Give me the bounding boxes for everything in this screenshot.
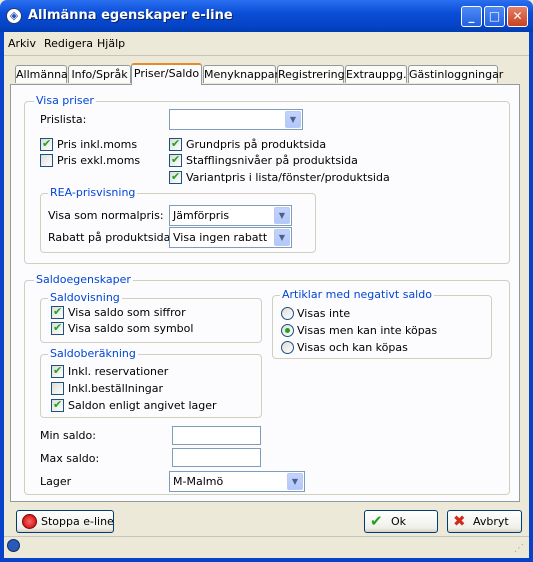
- tab-allmanna[interactable]: Allmänna: [15, 65, 68, 83]
- chevron-down-icon: ▼: [287, 473, 303, 490]
- menu-arkiv[interactable]: Arkiv: [8, 37, 36, 50]
- saldo-siffror-checkbox[interactable]: [51, 305, 64, 319]
- window-title: Allmänna egenskaper e-line: [28, 8, 233, 23]
- saldoberakning-legend: Saldoberäkning: [48, 347, 138, 360]
- reservationer-label: Inkl. reservationer: [68, 365, 169, 378]
- stoppa-eline-button[interactable]: Stoppa e-line: [16, 510, 114, 533]
- close-button[interactable]: ✕: [507, 6, 528, 27]
- negativt-option-label: Visas men kan inte köpas: [297, 324, 438, 337]
- saldo-siffror-label: Visa saldo som siffror: [68, 306, 186, 319]
- pris-exkl-moms-label: Pris exkl.moms: [57, 154, 141, 167]
- lager-label: Lager: [40, 475, 72, 488]
- lager-value: M-Malmö: [173, 475, 224, 488]
- maximize-icon: □: [488, 9, 501, 23]
- stoppa-eline-label: Stoppa e-line: [41, 515, 114, 528]
- tab-extrauppg[interactable]: Extrauppg.: [345, 65, 407, 83]
- window-border-right: [529, 32, 533, 562]
- ok-button[interactable]: ✔ Ok: [364, 510, 438, 533]
- window-border-left: [0, 32, 4, 562]
- grundpris-label: Grundpris på produktsida: [186, 138, 327, 151]
- negativt-visas-inte-radio[interactable]: [281, 307, 294, 320]
- bestallningar-checkbox[interactable]: [51, 382, 64, 395]
- app-icon[interactable]: ◈: [6, 8, 22, 24]
- avbryt-button[interactable]: ✖ Avbryt: [447, 510, 522, 533]
- pris-exkl-moms-checkbox[interactable]: [40, 154, 53, 167]
- normalpris-select[interactable]: Jämförpris ▼: [169, 205, 292, 226]
- rabatt-value: Visa ingen rabatt: [173, 231, 268, 244]
- chevron-down-icon: ▼: [274, 207, 290, 224]
- lager-select[interactable]: M-Malmö ▼: [169, 471, 305, 492]
- minimize-icon: _: [468, 9, 475, 23]
- user-icon: [7, 539, 20, 552]
- window-border-bottom: [0, 558, 533, 562]
- negativt-visas-kan-kopas-radio[interactable]: [281, 341, 294, 354]
- variantpris-label: Variantpris i lista/fönster/produktsida: [186, 171, 390, 184]
- prislista-select[interactable]: ▼: [169, 109, 303, 130]
- normalpris-value: Jämförpris: [173, 209, 230, 222]
- chevron-down-icon: ▼: [285, 111, 301, 128]
- ok-label: Ok: [391, 515, 407, 528]
- saldoegenskaper-legend: Saldoegenskaper: [34, 273, 133, 286]
- check-icon: ✔: [370, 512, 383, 530]
- cross-icon: ✖: [453, 512, 466, 530]
- prislista-label: Prislista:: [40, 113, 87, 126]
- saldon-lager-label: Saldon enligt angivet lager: [68, 399, 217, 412]
- pris-inkl-moms-label: Pris inkl.moms: [57, 138, 138, 151]
- negativt-option-label: Visas inte: [297, 307, 351, 320]
- variantpris-checkbox[interactable]: [169, 170, 182, 184]
- rabatt-select[interactable]: Visa ingen rabatt ▼: [169, 227, 292, 248]
- visa-priser-legend: Visa priser: [34, 94, 96, 107]
- negativt-option-label: Visas och kan köpas: [297, 341, 408, 354]
- normalpris-label: Visa som normalpris:: [48, 209, 164, 222]
- tab-registrering[interactable]: Registrering: [277, 65, 345, 83]
- pris-inkl-moms-checkbox[interactable]: [40, 137, 53, 151]
- avbryt-label: Avbryt: [473, 515, 509, 528]
- menu-divider: [4, 55, 529, 56]
- tab-info-sprak[interactable]: Info/Språk: [68, 65, 131, 83]
- rabatt-label: Rabatt på produktsida:: [48, 231, 175, 244]
- tab-priser-saldo[interactable]: Priser/Saldo: [131, 63, 202, 85]
- tab-gastinloggningar[interactable]: Gästinloggningar: [408, 65, 503, 83]
- stafflingsnivaer-label: Stafflingsnivåer på produktsida: [186, 154, 358, 167]
- saldo-symbol-label: Visa saldo som symbol: [68, 322, 194, 335]
- chevron-down-icon: ▼: [274, 229, 290, 246]
- status-bar: [4, 536, 529, 558]
- minimize-button[interactable]: _: [461, 6, 482, 27]
- tab-menyknappar[interactable]: Menyknappar: [203, 65, 279, 83]
- menu-redigera[interactable]: Redigera: [44, 37, 93, 50]
- resize-grip-icon[interactable]: ⋰: [514, 544, 524, 554]
- grundpris-checkbox[interactable]: [169, 137, 182, 151]
- saldovisning-legend: Saldovisning: [48, 291, 122, 304]
- saldon-lager-checkbox[interactable]: [51, 398, 64, 412]
- stafflingsnivaer-checkbox[interactable]: [169, 153, 182, 167]
- rea-prisvisning-legend: REA-prisvisning: [48, 186, 138, 199]
- negativt-saldo-legend: Artiklar med negativt saldo: [280, 288, 434, 301]
- reservationer-checkbox[interactable]: [51, 364, 64, 378]
- saldo-symbol-checkbox[interactable]: [51, 321, 64, 335]
- bestallningar-label: Inkl.beställningar: [68, 382, 164, 395]
- close-icon: ✕: [512, 9, 523, 23]
- negativt-visas-kan-inte-kopas-radio[interactable]: [281, 324, 294, 337]
- max-saldo-label: Max saldo:: [40, 452, 100, 465]
- menu-hjalp[interactable]: Hjälp: [97, 37, 125, 50]
- max-saldo-input[interactable]: [172, 448, 261, 467]
- min-saldo-input[interactable]: [172, 426, 261, 445]
- stop-icon: [22, 514, 37, 529]
- maximize-button[interactable]: □: [484, 6, 505, 27]
- min-saldo-label: Min saldo:: [40, 429, 96, 442]
- saldovisning-group: [40, 298, 262, 343]
